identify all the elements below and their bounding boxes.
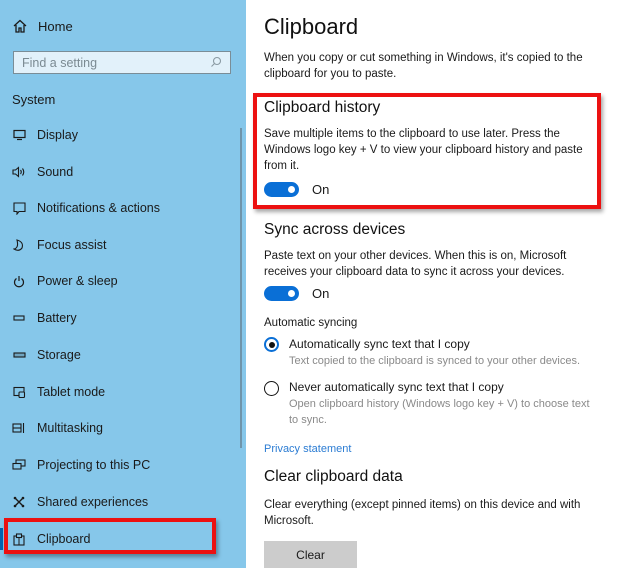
home-label: Home: [38, 18, 73, 34]
tablet-mode-icon: [12, 385, 26, 399]
radio-auto-sync-label[interactable]: Automatically sync text that I copy: [289, 337, 470, 351]
sidebar-item-label: Battery: [37, 311, 77, 325]
toggle-knob: [288, 290, 295, 297]
section-label: System: [12, 92, 56, 107]
storage-icon: [12, 348, 26, 362]
radio-dot: [268, 341, 275, 348]
clear-heading: Clear clipboard data: [264, 468, 403, 485]
sidebar-item-sound[interactable]: Sound: [0, 160, 240, 184]
shared-experiences-icon: [12, 495, 26, 509]
power-icon: [12, 274, 26, 288]
sidebar-item-projecting[interactable]: Projecting to this PC: [0, 453, 240, 477]
notifications-icon: [12, 201, 26, 215]
radio-never-sync-description: Open clipboard history (Windows logo key…: [289, 398, 590, 426]
sound-icon: [12, 165, 26, 179]
sidebar-item-shared-experiences[interactable]: Shared experiences: [0, 490, 240, 514]
search-icon[interactable]: [210, 56, 222, 68]
sidebar-item-battery[interactable]: Battery: [0, 306, 240, 330]
radio-auto-sync-description: Text copied to the clipboard is synced t…: [289, 355, 581, 367]
sidebar-item-label: Projecting to this PC: [37, 458, 151, 472]
sidebar-item-tablet-mode[interactable]: Tablet mode: [0, 380, 240, 404]
battery-icon: [12, 311, 26, 325]
automatic-syncing-label: Automatic syncing: [264, 317, 358, 329]
home-icon: [13, 19, 27, 33]
radio-never-sync[interactable]: [264, 381, 279, 396]
intro-text: When you copy or cut something in Window…: [264, 52, 583, 80]
sidebar-item-label: Focus assist: [37, 238, 107, 252]
sidebar-item-label: Sound: [37, 165, 74, 179]
sidebar: Home System Display Sound Notifications …: [0, 0, 246, 568]
home-link[interactable]: Home: [12, 18, 73, 34]
sidebar-item-label: Tablet mode: [37, 385, 106, 399]
sync-toggle-state: On: [312, 286, 330, 301]
sidebar-scrollbar[interactable]: [240, 128, 242, 448]
sync-description: Paste text on your other devices. When t…: [264, 250, 567, 278]
sidebar-item-focus-assist[interactable]: Focus assist: [0, 233, 240, 257]
sidebar-item-storage[interactable]: Storage: [0, 343, 240, 367]
sidebar-item-multitasking[interactable]: Multitasking: [0, 416, 240, 440]
sidebar-item-label: Shared experiences: [37, 495, 149, 509]
clear-button[interactable]: Clear: [264, 541, 357, 568]
highlight-box-clipboard-history: [253, 93, 601, 209]
sidebar-item-label: Storage: [37, 348, 81, 362]
sidebar-item-label: Display: [37, 128, 78, 142]
search-input[interactable]: [14, 54, 204, 71]
radio-never-sync-label[interactable]: Never automatically sync text that I cop…: [289, 380, 504, 394]
sidebar-item-label: Power & sleep: [37, 274, 118, 288]
sidebar-item-label: Multitasking: [37, 421, 103, 435]
sidebar-item-label: Notifications & actions: [37, 201, 160, 215]
multitasking-icon: [12, 421, 26, 435]
sidebar-item-notifications[interactable]: Notifications & actions: [0, 196, 240, 220]
active-indicator: [0, 528, 3, 550]
search-box[interactable]: [13, 51, 231, 74]
sync-heading: Sync across devices: [264, 221, 406, 238]
radio-auto-sync[interactable]: [264, 337, 279, 352]
display-icon: [12, 128, 26, 142]
clear-description: Clear everything (except pinned items) o…: [264, 499, 581, 527]
sidebar-item-power-sleep[interactable]: Power & sleep: [0, 269, 240, 293]
sidebar-item-display[interactable]: Display: [0, 123, 240, 147]
projecting-icon: [12, 458, 26, 472]
sync-toggle[interactable]: [264, 286, 299, 301]
privacy-statement-link[interactable]: Privacy statement: [264, 443, 351, 455]
focus-assist-icon: [12, 238, 26, 252]
page-title: Clipboard: [264, 14, 359, 39]
highlight-box-clipboard-nav: [4, 518, 216, 554]
